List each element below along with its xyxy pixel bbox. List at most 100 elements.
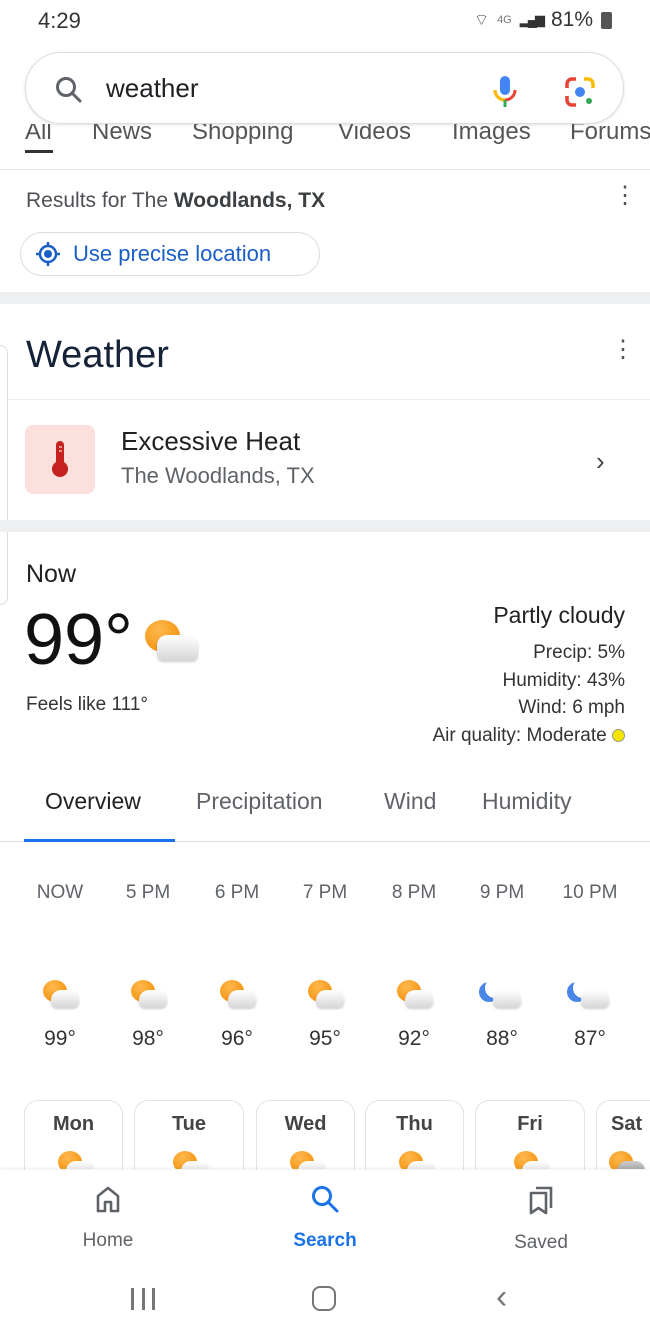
chevron-right-icon: › (596, 446, 605, 476)
home-button[interactable] (312, 1286, 336, 1311)
use-precise-location-button[interactable]: Use precise location (20, 232, 320, 276)
hourly-temperature: 87° (574, 1027, 606, 1050)
weather-tabs: Overview Precipitation Wind Humidity (0, 780, 650, 842)
tab-humidity[interactable]: Humidity (482, 788, 571, 815)
system-navigation: ‹ (0, 1270, 650, 1336)
location-target-icon (36, 242, 60, 266)
results-location: Results for The Woodlands, TX (26, 189, 325, 213)
day-label: Sat (611, 1113, 643, 1135)
partly-cloudy-icon (512, 1149, 550, 1169)
partly-cloudy-icon (171, 1149, 209, 1169)
divider (0, 292, 650, 304)
signal-icon: ▂▄▆ (519, 12, 545, 27)
partly-cloudy-icon (218, 978, 256, 1012)
partly-cloudy-icon (129, 978, 167, 1012)
search-input[interactable]: weather (106, 73, 199, 104)
results-location-name: Woodlands, TX (173, 189, 326, 212)
status-icons: ⌔ 4G ▂▄▆ 81% (474, 8, 612, 32)
wind: Wind: 6 mph (518, 697, 625, 718)
condition: Partly cloudy (493, 602, 625, 628)
day-label: Mon (52, 1113, 95, 1135)
thermometer-icon (52, 441, 68, 477)
day-card[interactable]: Thu (365, 1100, 464, 1170)
battery-icon (601, 11, 612, 29)
hourly-time: NOW (36, 882, 84, 903)
wifi-icon: ⌔ (474, 12, 490, 29)
divider (0, 520, 650, 532)
day-label: Tue (171, 1113, 207, 1135)
partly-cloudy-icon (395, 978, 433, 1012)
day-card[interactable]: Tue (134, 1100, 244, 1170)
partly-cloudy-night-icon (483, 978, 521, 1012)
partly-cloudy-icon (56, 1149, 94, 1169)
card-edge (0, 345, 8, 605)
hourly-temperature: 98° (132, 1027, 164, 1050)
day-card[interactable]: Sat (596, 1100, 650, 1170)
hourly-time: 5 PM (125, 882, 171, 903)
day-card[interactable]: Mon (24, 1100, 123, 1170)
hourly-time: 8 PM (391, 882, 437, 903)
clock: 4:29 (38, 8, 81, 33)
feels-like: Feels like 111° (26, 694, 149, 715)
nav-search-label: Search (293, 1230, 357, 1251)
nav-home-label: Home (82, 1230, 134, 1251)
recent-apps-button[interactable] (131, 1288, 155, 1310)
precise-location-label: Use precise location (73, 241, 272, 266)
precipitation: Precip: 5% (533, 642, 625, 663)
current-temperature: 99° (24, 600, 133, 680)
day-label: Wed (284, 1113, 327, 1135)
now-label: Now (26, 560, 77, 588)
hourly-temperature: 96° (221, 1027, 253, 1050)
hourly-temperature: 92° (398, 1027, 430, 1050)
humidity: Humidity: 43% (502, 670, 626, 691)
hourly-temperature: 95° (309, 1027, 341, 1050)
nav-home[interactable]: Home (48, 1184, 168, 1252)
tab-overview[interactable]: Overview (45, 788, 141, 815)
air-quality-dot-icon (612, 729, 625, 742)
tab-wind[interactable]: Wind (384, 788, 436, 815)
active-tab-indicator (24, 839, 175, 842)
day-label: Fri (517, 1113, 543, 1135)
hourly-temperature: 99° (44, 1027, 76, 1050)
weather-title: Weather (26, 334, 169, 376)
microphone-icon[interactable] (491, 75, 519, 109)
excessive-heat-alert[interactable] (8, 400, 650, 520)
tab-all[interactable]: All (25, 124, 52, 146)
status-bar: 4:29 ⌔ 4G ▂▄▆ 81% (0, 0, 650, 42)
active-tab-indicator (25, 150, 53, 153)
partly-cloudy-icon (397, 1149, 435, 1169)
search-icon (56, 77, 82, 103)
battery-level: 81% (550, 8, 593, 31)
day-card[interactable]: Fri (475, 1100, 585, 1170)
day-card[interactable]: Wed (256, 1100, 355, 1170)
day-label: Thu (396, 1113, 433, 1135)
back-button[interactable]: ‹ (496, 1278, 507, 1317)
hourly-time: 6 PM (214, 882, 260, 903)
partly-cloudy-icon (41, 978, 79, 1012)
network-type: 4G (497, 14, 512, 26)
alert-location: The Woodlands, TX (121, 463, 315, 488)
google-lens-icon[interactable] (564, 76, 596, 108)
air-quality: Air quality: Moderate (432, 725, 607, 746)
results-prefix: Results for The (26, 189, 174, 212)
bookmarks-icon (529, 1186, 553, 1215)
bottom-navigation: Home Search Saved (0, 1170, 650, 1270)
nav-saved[interactable]: Saved (481, 1184, 601, 1254)
tab-precipitation[interactable]: Precipitation (196, 788, 323, 815)
search-bar[interactable]: weather (25, 52, 624, 124)
search-tabs: All News Shopping Videos Images Forums (0, 124, 650, 170)
hourly-time: 7 PM (302, 882, 348, 903)
hourly-time: 9 PM (479, 882, 525, 903)
alert-title: Excessive Heat (121, 426, 301, 456)
weather-more-options-icon[interactable]: ⋮ (611, 338, 635, 362)
partly-cloudy-icon (306, 978, 344, 1012)
nav-search[interactable]: Search (265, 1184, 385, 1252)
air-quality-row[interactable]: Air quality: Moderate (432, 725, 625, 747)
hourly-temperature: 88° (486, 1027, 518, 1050)
partly-cloudy-icon (143, 618, 198, 668)
nav-saved-label: Saved (514, 1232, 568, 1253)
home-icon (96, 1186, 120, 1213)
partly-cloudy-icon (288, 1149, 326, 1169)
alert-icon-box (25, 425, 95, 494)
more-options-icon[interactable]: ⋮ (613, 184, 637, 208)
